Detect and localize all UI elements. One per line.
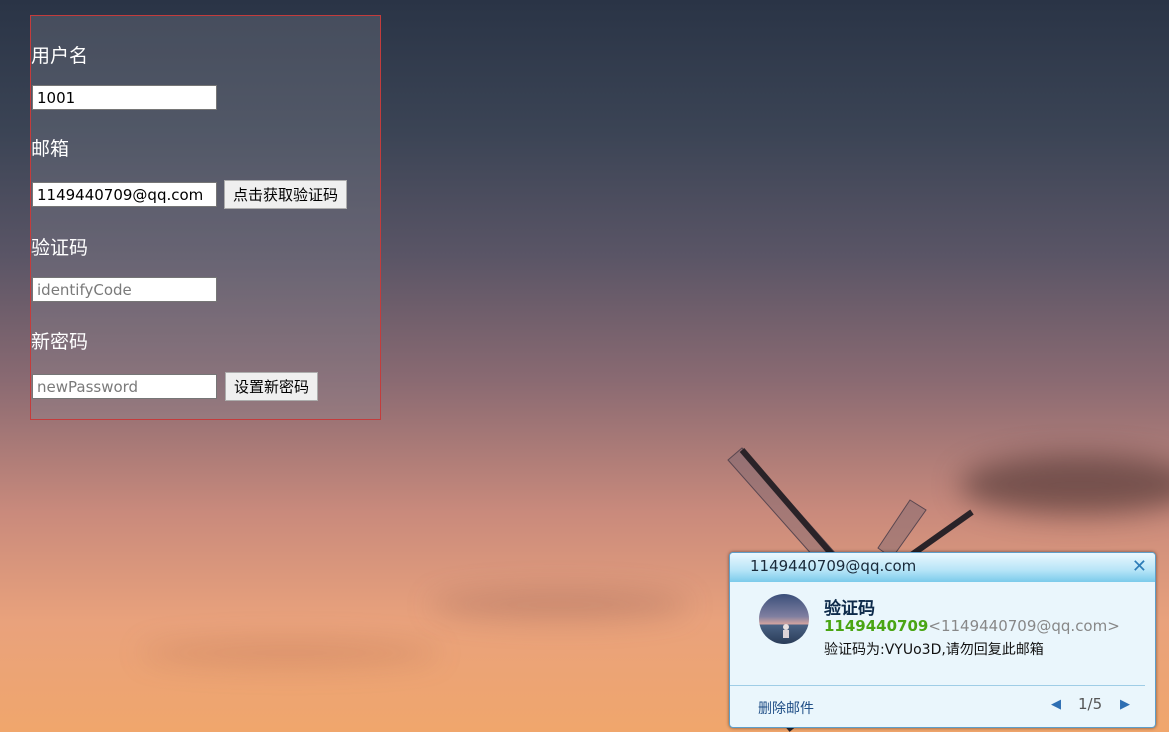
avatar <box>759 594 809 644</box>
sender-email: <1149440709@qq.com> <box>928 617 1120 635</box>
get-code-button[interactable]: 点击获取验证码 <box>224 180 348 209</box>
page-indicator: 1/5 <box>1078 695 1103 713</box>
mail-sender: 1149440709<1149440709@qq.com> <box>824 617 1120 635</box>
triangle-right-icon[interactable]: ▶ <box>1120 697 1130 712</box>
notification-header: 1149440709@qq.com ✕ <box>730 553 1155 582</box>
divider <box>730 685 1145 686</box>
code-label: 验证码 <box>31 237 89 259</box>
set-password-button[interactable]: 设置新密码 <box>225 372 319 401</box>
background-cloud <box>430 590 690 620</box>
email-label: 邮箱 <box>31 138 70 160</box>
mail-body: 验证码为:VYUo3D,请勿回复此邮箱 <box>824 642 1044 658</box>
background-cloud <box>140 640 440 666</box>
email-input[interactable] <box>32 182 217 207</box>
mail-notification: 1149440709@qq.com ✕ 验证码 1149440709<11494… <box>729 552 1156 728</box>
username-input[interactable] <box>32 85 217 110</box>
new-password-input[interactable] <box>32 374 217 399</box>
reset-password-form: 用户名 邮箱 点击获取验证码 验证码 新密码 设置新密码 <box>30 15 381 420</box>
notification-account: 1149440709@qq.com <box>750 557 917 575</box>
new-password-label: 新密码 <box>31 331 89 353</box>
code-input[interactable] <box>32 277 217 302</box>
sender-name: 1149440709 <box>824 617 929 635</box>
delete-mail-link[interactable]: 删除邮件 <box>758 698 814 718</box>
triangle-left-icon[interactable]: ◀ <box>1051 697 1061 712</box>
close-icon[interactable]: ✕ <box>1132 556 1147 577</box>
person-silhouette-icon <box>783 624 789 638</box>
username-label: 用户名 <box>31 45 89 67</box>
mail-subject: 验证码 <box>824 599 875 619</box>
